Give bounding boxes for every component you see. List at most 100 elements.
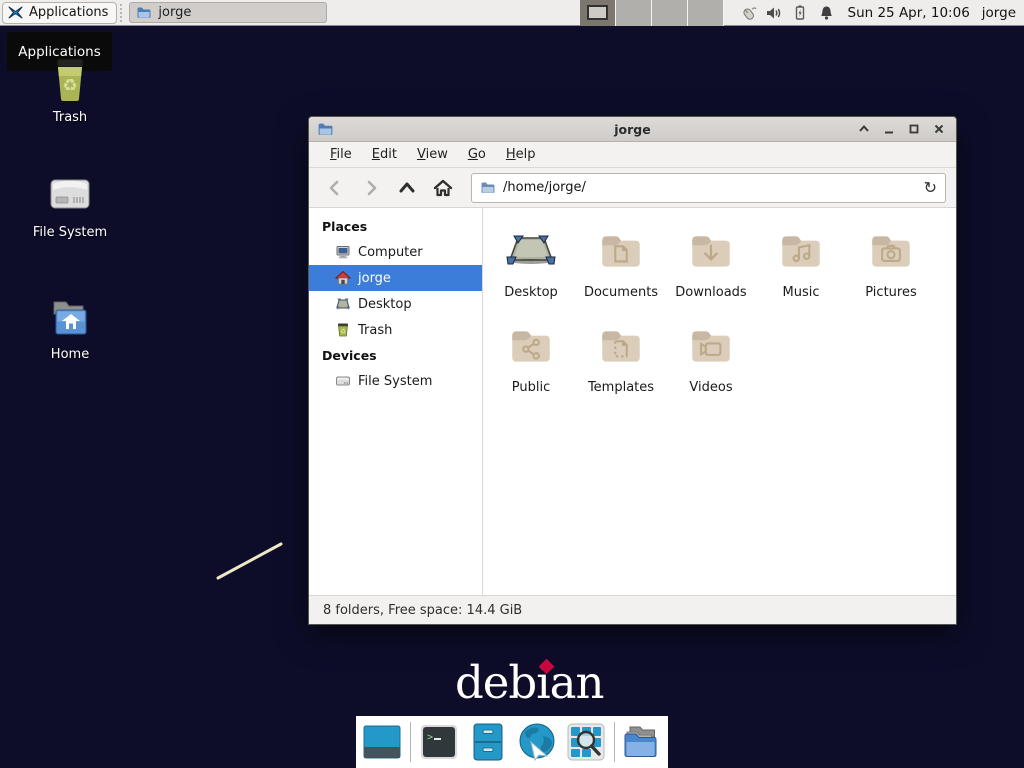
sidebar-item-trash[interactable]: ♻ Trash: [309, 317, 482, 343]
sidebar: Places Computer: [309, 208, 483, 595]
panel-clock[interactable]: Sun 25 Apr, 10:06: [848, 5, 970, 21]
file-manager-button[interactable]: [467, 721, 509, 763]
desktop-root: { "panel": { "applications_label": "Appl…: [0, 0, 1024, 768]
taskbar-window-button[interactable]: jorge: [129, 2, 327, 23]
sidebar-item-label: File System: [358, 374, 432, 389]
folder-label: Videos: [689, 380, 732, 395]
show-desktop-button[interactable]: [361, 721, 403, 763]
volume-icon[interactable]: [765, 4, 784, 23]
menubar: File Edit View Go Help: [309, 142, 956, 168]
sidebar-item-file-system[interactable]: File System: [309, 368, 482, 394]
up-button[interactable]: [391, 173, 423, 203]
svg-text:>: >: [427, 732, 433, 743]
folder-document-icon: [596, 218, 646, 276]
folder-item-pictures[interactable]: Pictures: [846, 218, 936, 313]
statusbar: 8 folders, Free space: 14.4 GiB: [309, 595, 956, 624]
dock-separator: [410, 722, 411, 762]
sidebar-item-desktop[interactable]: Desktop: [309, 291, 482, 317]
sidebar-item-jorge[interactable]: jorge: [309, 265, 482, 291]
folder-label: Downloads: [675, 285, 746, 300]
sidebar-item-label: Computer: [358, 245, 423, 260]
desktop-icon-label: Home: [20, 347, 120, 362]
maximize-button[interactable]: [907, 122, 921, 136]
folder-label: Public: [512, 380, 550, 395]
folder-item-public[interactable]: Public: [486, 313, 576, 408]
minimize-button[interactable]: [882, 122, 896, 136]
workspace-window-preview: [587, 5, 608, 20]
reload-icon[interactable]: ↻: [924, 180, 937, 196]
svg-text:♻: ♻: [340, 328, 346, 336]
menu-view[interactable]: View: [408, 144, 457, 165]
panel-right-group: Sun 25 Apr, 10:06 jorge: [580, 0, 1019, 26]
desktop-icon: [335, 296, 351, 312]
app-finder-icon: [566, 722, 606, 762]
folder-template-icon: [596, 313, 646, 371]
menu-file[interactable]: File: [321, 144, 361, 165]
mouse-icon[interactable]: [739, 4, 758, 23]
folder-item-documents[interactable]: Documents: [576, 218, 666, 313]
close-button[interactable]: [932, 122, 946, 136]
folder-item-templates[interactable]: Templates: [576, 313, 666, 408]
dock-panel: >: [356, 716, 668, 768]
window-folder-icon: [317, 121, 334, 138]
top-panel: Applications jorge: [0, 0, 1024, 26]
panel-user-menu[interactable]: jorge: [982, 5, 1016, 21]
workspace-1[interactable]: [580, 0, 616, 26]
folder-video-icon: [686, 313, 736, 371]
path-bar[interactable]: /home/jorge/ ↻: [471, 173, 946, 203]
workspace-switcher: [580, 0, 724, 26]
directory-menu-button[interactable]: [622, 721, 664, 763]
web-browser-button[interactable]: [516, 721, 558, 763]
folder-icon: [136, 5, 152, 21]
sidebar-item-computer[interactable]: Computer: [309, 239, 482, 265]
notifications-icon[interactable]: [817, 4, 836, 23]
hard-drive-icon: [20, 170, 120, 220]
file-manager-window: jorge File Edit View Go Help: [308, 116, 957, 625]
svg-text:♻: ♻: [62, 76, 77, 96]
icon-grid: Desktop Documents: [486, 218, 946, 408]
folder-label: Templates: [588, 380, 654, 395]
application-finder-button[interactable]: [565, 721, 607, 763]
desktop-icon-file-system[interactable]: File System: [20, 170, 120, 240]
forward-button[interactable]: [355, 173, 387, 203]
dock-separator: [614, 722, 615, 762]
workspace-2[interactable]: [616, 0, 652, 26]
home-button[interactable]: [427, 173, 459, 203]
titlebar[interactable]: jorge: [309, 117, 956, 142]
sidebar-header-devices: Devices: [309, 343, 482, 368]
folder-label: Documents: [584, 285, 658, 300]
desktop-icon-label: Trash: [20, 110, 120, 125]
menu-help[interactable]: Help: [497, 144, 545, 165]
menu-edit[interactable]: Edit: [363, 144, 406, 165]
trash-icon: ♻: [335, 322, 351, 338]
taskbar-window-label: jorge: [158, 5, 191, 20]
back-button[interactable]: [319, 173, 351, 203]
shade-button[interactable]: [857, 122, 871, 136]
folder-item-videos[interactable]: Videos: [666, 313, 756, 408]
desktop-icon-trash[interactable]: ♻ Trash: [20, 55, 120, 125]
desktop-icon-home[interactable]: Home: [20, 294, 120, 362]
home-folder-icon: [20, 294, 120, 342]
workspace-3[interactable]: [652, 0, 688, 26]
debian-logo-text: debian: [455, 656, 603, 709]
applications-menu-button[interactable]: Applications: [2, 2, 117, 24]
menu-go[interactable]: Go: [459, 144, 495, 165]
statusbar-text: 8 folders, Free space: 14.4 GiB: [323, 603, 522, 618]
toolbar: /home/jorge/ ↻: [309, 168, 956, 208]
path-input[interactable]: /home/jorge/: [503, 180, 917, 195]
folder-download-icon: [686, 218, 736, 276]
folder-label: Desktop: [504, 285, 558, 300]
folder-music-icon: [776, 218, 826, 276]
desktop-icon-label: File System: [20, 225, 120, 240]
workspace-4[interactable]: [688, 0, 724, 26]
file-view[interactable]: Desktop Documents: [483, 208, 956, 595]
path-folder-icon: [480, 180, 496, 196]
drive-icon: [335, 373, 351, 389]
file-cabinet-icon: [472, 723, 504, 761]
folder-item-downloads[interactable]: Downloads: [666, 218, 756, 313]
terminal-button[interactable]: >: [418, 721, 460, 763]
folder-item-music[interactable]: Music: [756, 218, 846, 313]
battery-icon[interactable]: [791, 4, 810, 23]
folder-label: Pictures: [865, 285, 916, 300]
folder-item-desktop[interactable]: Desktop: [486, 218, 576, 313]
